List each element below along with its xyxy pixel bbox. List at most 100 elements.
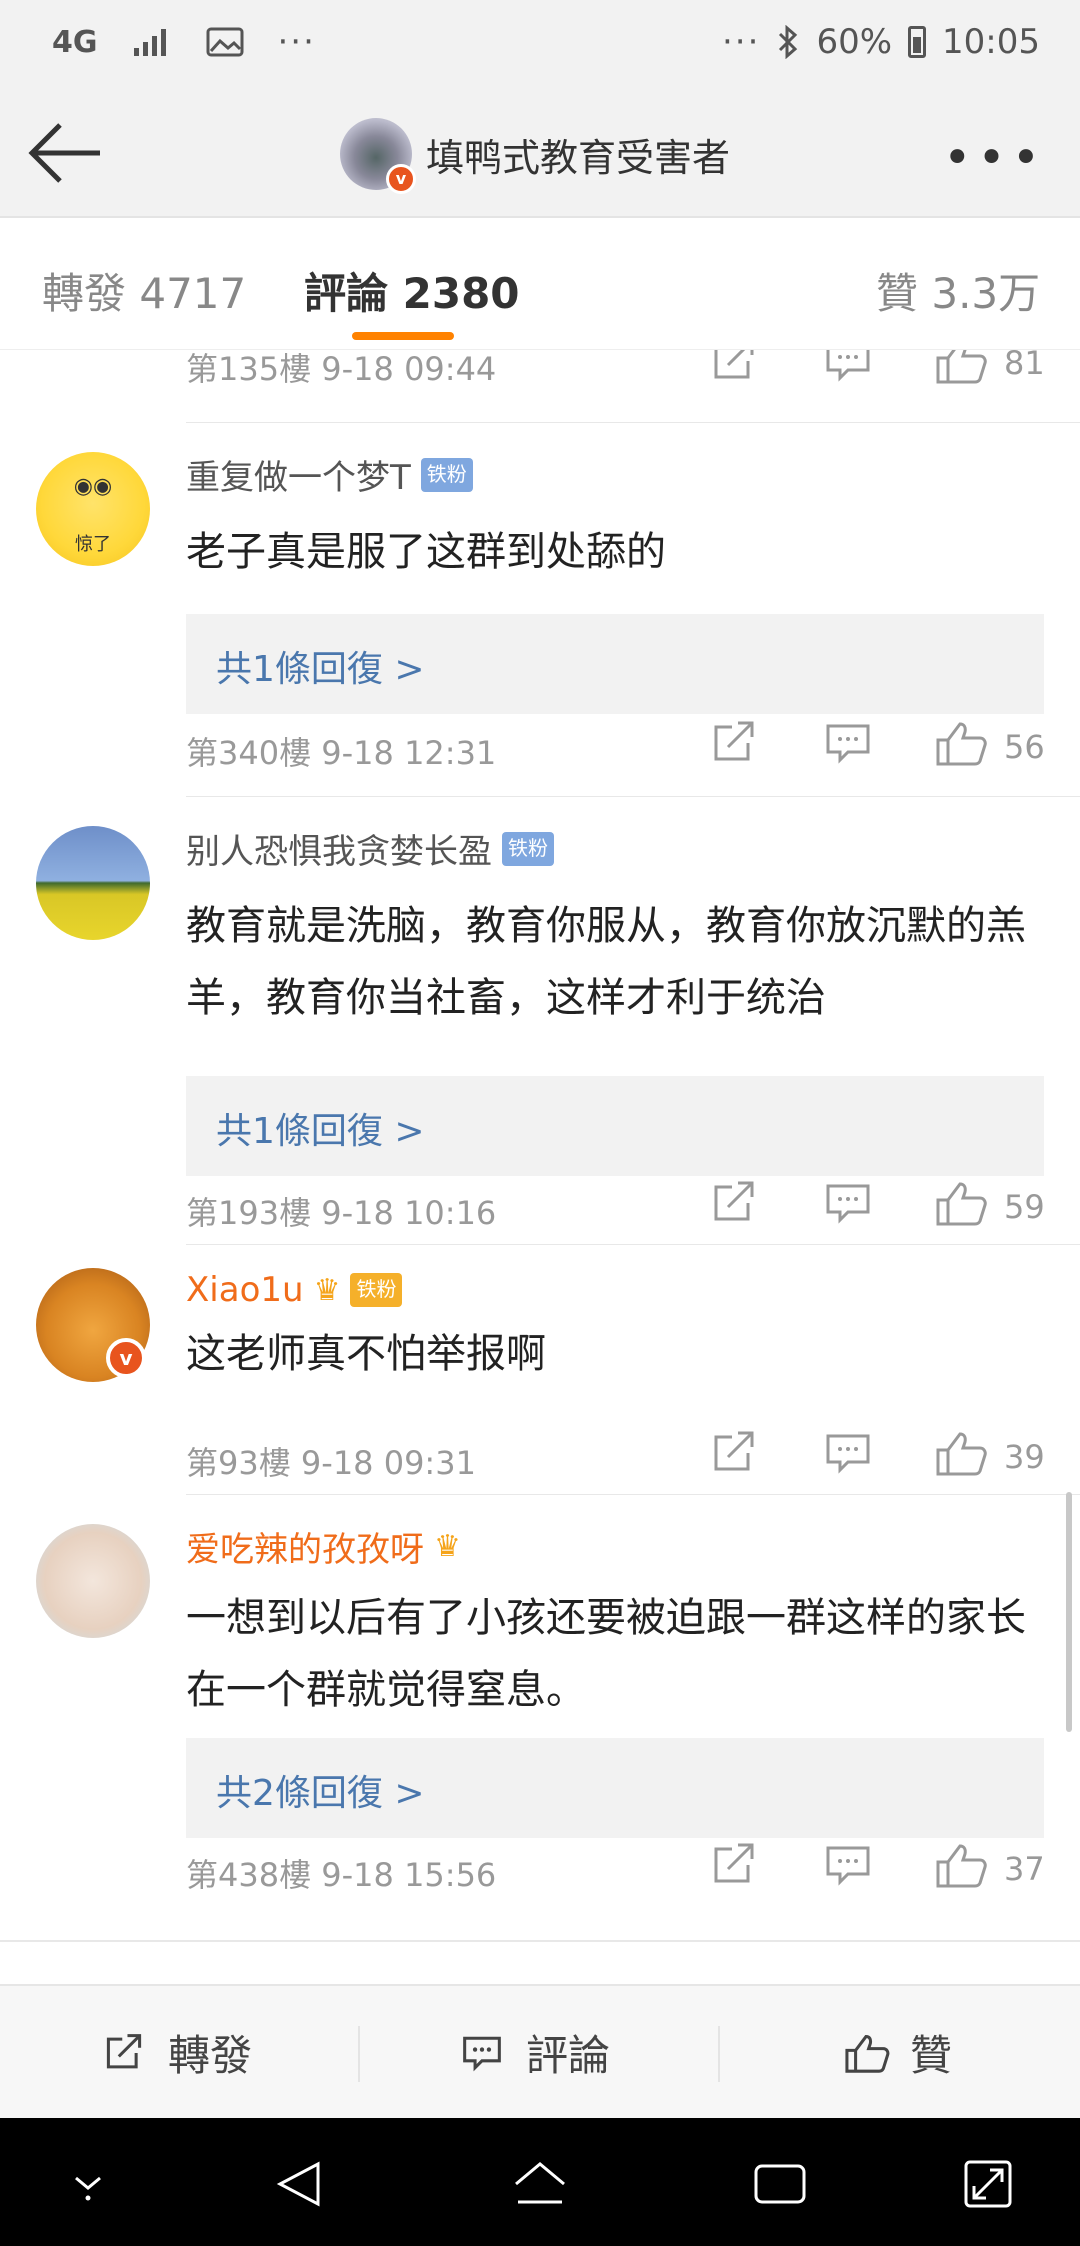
comment-time: 9-18 09:31 bbox=[300, 1444, 476, 1482]
user-name[interactable]: 重复做一个梦T bbox=[186, 450, 411, 499]
divider bbox=[186, 1494, 1080, 1495]
poster-info[interactable]: v 填鸭式教育受害者 bbox=[340, 118, 731, 194]
user-name[interactable]: Xiao1u bbox=[186, 1270, 304, 1310]
scrollbar[interactable] bbox=[1066, 1492, 1072, 1732]
image-icon bbox=[206, 27, 243, 57]
back-arrow-icon[interactable] bbox=[26, 118, 106, 188]
divider bbox=[718, 2026, 720, 2082]
vip-crown-icon: ♛ bbox=[313, 1272, 341, 1308]
vip-crown-icon: ♛ bbox=[434, 1529, 461, 1564]
comment-icon[interactable] bbox=[818, 1178, 878, 1228]
repost-icon[interactable] bbox=[704, 1840, 764, 1890]
comment-time: 9-18 10:16 bbox=[321, 1194, 497, 1232]
comment-button[interactable]: 評論 bbox=[456, 2022, 610, 2083]
comment-time: 9-18 15:56 bbox=[321, 1856, 497, 1894]
divider bbox=[358, 2026, 360, 2082]
like-count: 39 bbox=[1004, 1438, 1045, 1476]
like-icon[interactable] bbox=[930, 1178, 990, 1228]
chevron-down-icon[interactable] bbox=[58, 2156, 118, 2212]
active-tab-indicator bbox=[352, 332, 454, 340]
repost-icon[interactable] bbox=[704, 718, 764, 768]
comment-icon[interactable] bbox=[818, 1840, 878, 1890]
replies-label: 共2條回復 > bbox=[216, 1773, 425, 1814]
comment-text: 这老师真不怕举报啊 bbox=[186, 1331, 546, 1377]
expand-icon[interactable] bbox=[958, 2156, 1018, 2212]
like-icon[interactable] bbox=[930, 350, 990, 386]
like-count: 81 bbox=[1004, 350, 1045, 382]
more-status-icon: ··· bbox=[722, 22, 761, 62]
tab-likes[interactable]: 贊 3.3万 bbox=[876, 260, 1040, 321]
user-name[interactable]: 别人恐惧我贪婪长盈 bbox=[186, 824, 492, 873]
like-icon[interactable] bbox=[930, 718, 990, 768]
replies-label: 共1條回復 > bbox=[216, 649, 425, 690]
comment-floor: 第340樓 bbox=[186, 734, 312, 772]
duck-face-icon: ◉◉ bbox=[73, 474, 113, 499]
comment-icon[interactable] bbox=[818, 1428, 878, 1478]
user-name[interactable]: 爱吃辣的孜孜呀 bbox=[186, 1522, 424, 1571]
battery-icon bbox=[908, 26, 927, 58]
comment-label: 評論 bbox=[526, 2031, 611, 2080]
like-count: 56 bbox=[1004, 728, 1045, 766]
verified-icon: v bbox=[106, 1338, 146, 1378]
replies-link[interactable]: 共2條回復 > bbox=[186, 1738, 1044, 1838]
comment-time: 9-18 09:44 bbox=[321, 350, 497, 388]
replies-link[interactable]: 共1條回復 > bbox=[186, 1076, 1044, 1176]
action-bar: 轉發 評論 贊 bbox=[0, 1984, 1080, 2118]
repost-icon[interactable] bbox=[704, 1428, 764, 1478]
user-avatar[interactable] bbox=[36, 826, 150, 940]
comment-icon bbox=[463, 2036, 501, 2071]
repost-button[interactable]: 轉發 bbox=[98, 2022, 252, 2083]
comment-icon[interactable] bbox=[818, 350, 878, 386]
repost-icon[interactable] bbox=[704, 1178, 764, 1228]
repost-label: 轉發 bbox=[168, 2031, 253, 2080]
repost-icon[interactable] bbox=[704, 350, 764, 386]
comment-floor: 第193樓 bbox=[186, 1194, 312, 1232]
comment-time: 9-18 12:31 bbox=[321, 734, 497, 772]
divider bbox=[186, 796, 1080, 797]
comment-icon[interactable] bbox=[818, 718, 878, 768]
tab-reposts[interactable]: 轉發 4717 bbox=[42, 260, 246, 321]
page-title: 填鸭式教育受害者 bbox=[426, 135, 731, 180]
system-nav-bar bbox=[0, 2118, 1080, 2246]
like-icon bbox=[845, 2034, 890, 2073]
divider bbox=[186, 422, 1080, 423]
user-avatar[interactable] bbox=[36, 1524, 150, 1638]
like-icon[interactable] bbox=[930, 1840, 990, 1890]
comment-floor: 第438樓 bbox=[186, 1856, 312, 1894]
fan-badge: 铁粉 bbox=[420, 457, 473, 492]
user-avatar[interactable]: ◉◉ 惊了 bbox=[36, 452, 150, 566]
divider bbox=[0, 1940, 1080, 1942]
fan-badge: 铁粉 bbox=[502, 831, 554, 866]
comment-text: 教育就是洗脑，教育你服从，教育你放沉默的羔羊，教育你当社畜，这样才利于统治 bbox=[186, 903, 1026, 1021]
replies-label: 共1條回復 > bbox=[216, 1111, 425, 1152]
comment-floor: 第135樓 bbox=[186, 350, 312, 388]
like-label: 贊 bbox=[910, 2031, 953, 2080]
signal-icon bbox=[133, 29, 166, 56]
comment-text: 一想到以后有了小孩还要被迫跟一群这样的家长在一个群就觉得窒息。 bbox=[186, 1595, 1026, 1713]
replies-link[interactable]: 共1條回復 > bbox=[186, 614, 1044, 714]
back-nav-icon[interactable] bbox=[270, 2156, 330, 2212]
status-bar: 4G ··· ··· 60% 10:05 bbox=[0, 0, 1080, 90]
like-count: 37 bbox=[1004, 1850, 1045, 1888]
avatar-caption: 惊了 bbox=[75, 534, 111, 555]
repost-icon bbox=[106, 2033, 142, 2068]
battery-percent: 60% bbox=[816, 22, 893, 62]
recent-apps-icon[interactable] bbox=[750, 2156, 810, 2212]
divider bbox=[186, 1244, 1080, 1245]
home-icon[interactable] bbox=[510, 2156, 570, 2212]
comment-text: 老子真是服了这群到处舔的 bbox=[186, 529, 666, 575]
like-button[interactable]: 贊 bbox=[840, 2022, 952, 2083]
more-options-icon[interactable]: ••• bbox=[943, 130, 1046, 186]
clock: 10:05 bbox=[942, 22, 1040, 62]
top-header: v 填鸭式教育受害者 ••• bbox=[0, 90, 1080, 218]
verified-icon: v bbox=[386, 164, 416, 194]
more-notifications-icon: ··· bbox=[277, 22, 316, 62]
poster-avatar[interactable]: v bbox=[340, 118, 416, 194]
tab-bar: 轉發 4717 評論 2380 贊 3.3万 bbox=[0, 218, 1080, 350]
fan-badge: 铁粉 bbox=[350, 1273, 403, 1307]
tab-comments[interactable]: 評論 2380 bbox=[304, 260, 520, 321]
comment-floor: 第93樓 bbox=[186, 1444, 291, 1482]
comment-list[interactable]: 第135樓 9-18 09:44 81 ◉◉ 惊了 重复做一个梦T 铁粉 老子真… bbox=[0, 350, 1080, 1984]
like-icon[interactable] bbox=[930, 1428, 990, 1478]
bluetooth-icon bbox=[779, 25, 798, 59]
